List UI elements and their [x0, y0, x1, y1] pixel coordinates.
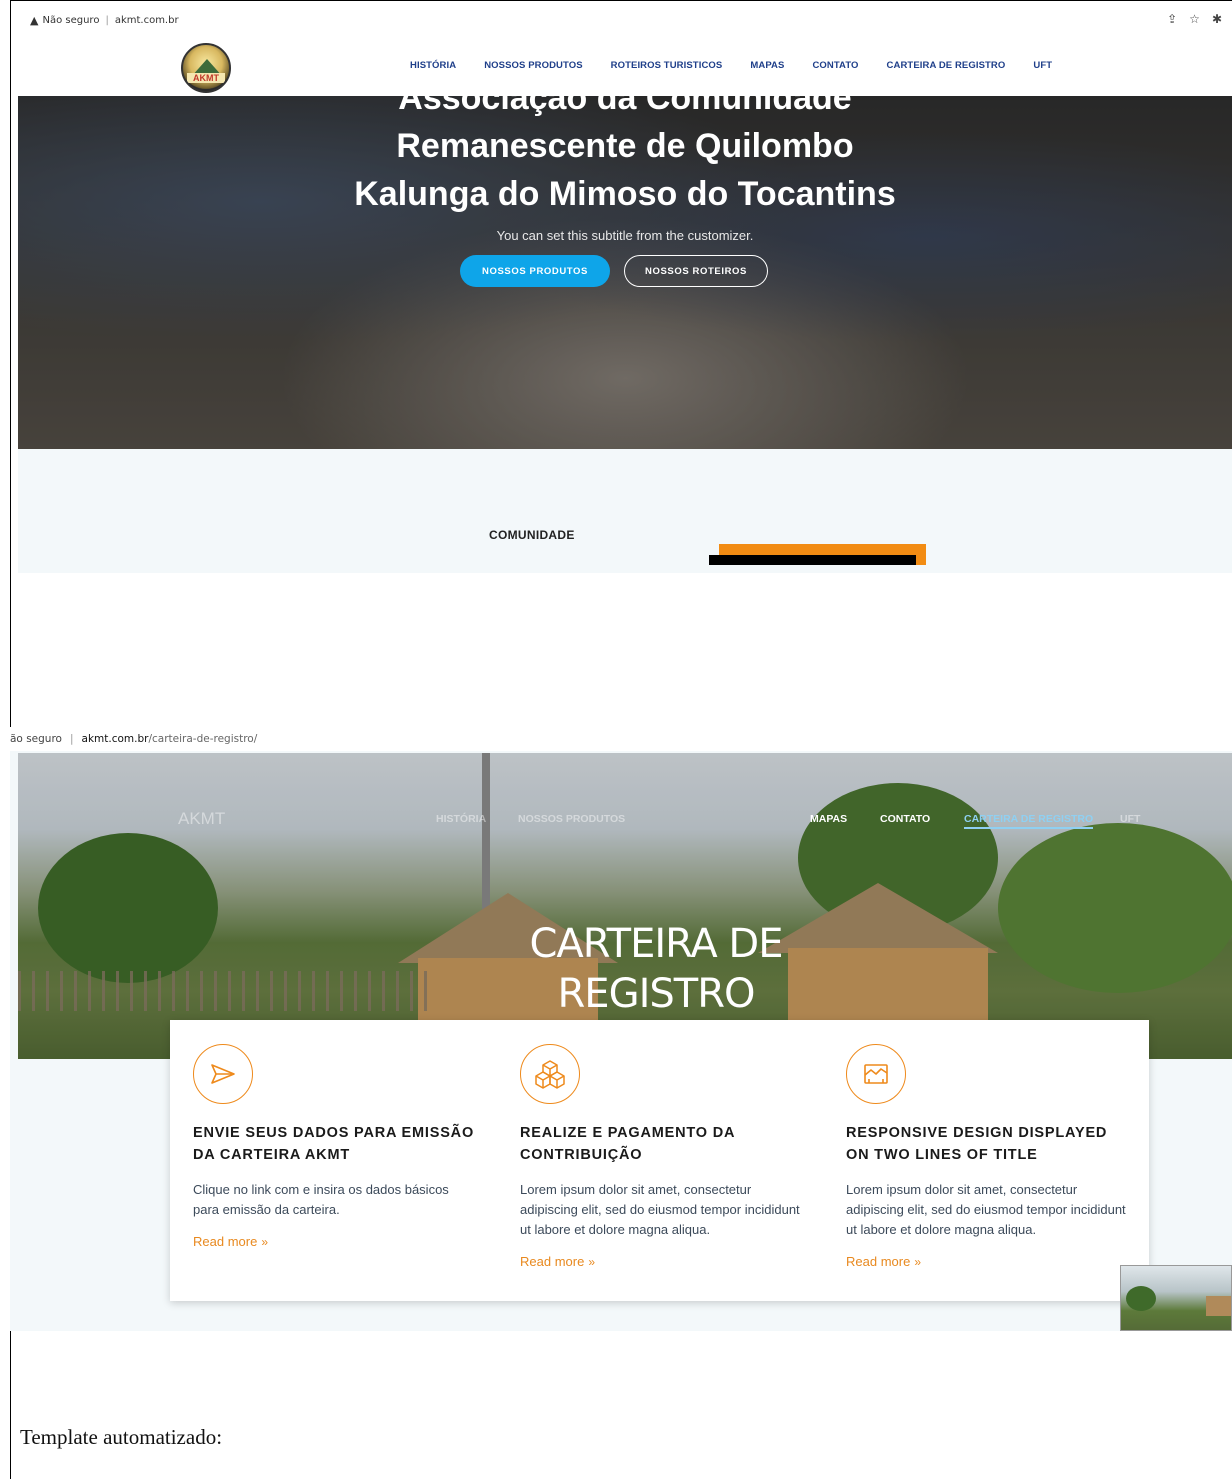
page-title-line-2: REGISTRO	[557, 971, 756, 1017]
responsive-screen-icon	[846, 1044, 906, 1104]
nav-historia-2[interactable]: HISTÓRIA	[436, 813, 486, 825]
nav-roteiros-turisticos[interactable]: ROTEIROS TURISTICOS	[611, 60, 723, 71]
document-caption: Template automatizado:	[20, 1425, 223, 1449]
double-chevron-icon: »	[261, 1235, 268, 1249]
feature-description: Lorem ipsum dolor sit amet, consectetur …	[846, 1182, 1126, 1237]
document-frame-top	[10, 0, 1232, 6]
nav-uft[interactable]: UFT	[1033, 60, 1052, 71]
feature-1: ENVIE SEUS DADOS PARA EMISSÃO DA CARTEIR…	[193, 1044, 478, 1249]
feature-3: RESPONSIVE DESIGN DISPLAYED ON TWO LINES…	[846, 1044, 1131, 1269]
nav-contato-2[interactable]: CONTATO	[880, 813, 930, 825]
feature-description: Clique no link com e insira os dados bás…	[193, 1182, 449, 1217]
nav-mapas-2[interactable]: MAPAS	[810, 813, 847, 825]
features-card: ENVIE SEUS DADOS PARA EMISSÃO DA CARTEIR…	[170, 1020, 1149, 1301]
section-label: COMUNIDADE	[489, 528, 575, 542]
nossos-produtos-button[interactable]: NOSSOS PRODUTOS	[460, 255, 610, 287]
akmt-logo[interactable]: AKMT	[181, 43, 231, 93]
page-hero: AKMT HISTÓRIA NOSSOS PRODUTOS MAPAS CONT…	[18, 753, 1232, 1059]
url-text[interactable]: akmt.com.br	[115, 15, 179, 26]
feature-title: ENVIE SEUS DADOS PARA EMISSÃO DA CARTEIR…	[193, 1125, 475, 1163]
warning-icon: ▲	[30, 13, 39, 27]
read-more-label: Read more	[846, 1254, 911, 1269]
browser-actions: ⇪ ☆ ✱	[1167, 12, 1222, 26]
cubes-icon	[520, 1044, 580, 1104]
page-nav: AKMT HISTÓRIA NOSSOS PRODUTOS MAPAS CONT…	[18, 807, 1232, 835]
address-separator: |	[105, 14, 109, 26]
feature-title: REALIZE E PAGAMENTO DA CONTRIBUIÇÃO	[520, 1125, 735, 1163]
hero-title-line-3: Kalunga do Mimoso do Tocantins	[354, 175, 896, 213]
address-separator-2: |	[69, 733, 74, 745]
page-title: CARTEIRA DE REGISTRO	[506, 919, 806, 1019]
url-domain[interactable]: akmt.com.br	[82, 733, 149, 745]
feature-2: REALIZE E PAGAMENTO DA CONTRIBUIÇÃO Lore…	[520, 1044, 805, 1269]
read-more-label: Read more	[520, 1254, 585, 1269]
double-chevron-icon: »	[914, 1255, 921, 1269]
page-title-line-1: CARTEIRA DE	[529, 921, 783, 967]
thumbnail-tree	[1126, 1286, 1156, 1311]
nossos-roteiros-button[interactable]: NOSSOS ROTEIROS	[624, 255, 768, 287]
hero-title: Associação da Comunidade Remanescente de…	[18, 96, 1232, 218]
address-bar-2[interactable]: ão seguro | akmt.com.br /carteira-de-reg…	[10, 727, 1232, 751]
hero-subtitle: You can set this subtitle from the custo…	[496, 228, 754, 243]
logo-text: AKMT	[187, 73, 225, 83]
hero-banner: Associação da Comunidade Remanescente de…	[18, 96, 1232, 449]
security-status-2: ão seguro	[10, 733, 62, 745]
address-bar[interactable]: ▲ Não seguro | akmt.com.br ⇪ ☆ ✱	[18, 8, 1232, 32]
read-more-link[interactable]: Read more»	[520, 1254, 805, 1269]
double-chevron-icon: »	[588, 1255, 595, 1269]
share-icon[interactable]: ⇪	[1167, 12, 1177, 26]
hero-buttons: NOSSOS PRODUTOS NOSSOS ROTEIROS	[460, 255, 768, 287]
read-more-label: Read more	[193, 1234, 258, 1249]
nav-contato[interactable]: CONTATO	[812, 60, 858, 71]
extensions-icon[interactable]: ✱	[1212, 12, 1222, 26]
screenshot-home: ▲ Não seguro | akmt.com.br ⇪ ☆ ✱ AKMT HI…	[18, 8, 1232, 573]
image-thumbnail[interactable]	[1120, 1265, 1232, 1331]
read-more-link[interactable]: Read more»	[193, 1234, 478, 1249]
star-icon[interactable]: ☆	[1189, 12, 1200, 26]
paper-plane-icon	[193, 1044, 253, 1104]
feature-title: RESPONSIVE DESIGN DISPLAYED ON TWO LINES…	[846, 1125, 1108, 1163]
nav-historia[interactable]: HISTÓRIA	[410, 60, 456, 71]
screenshot-carteira: ão seguro | akmt.com.br /carteira-de-reg…	[10, 727, 1232, 1331]
nav-nossos-produtos[interactable]: NOSSOS PRODUTOS	[484, 60, 582, 71]
hero-title-line-2: Remanescente de Quilombo	[396, 127, 854, 165]
thumbnail-hut	[1206, 1296, 1231, 1316]
nav-nossos-produtos-2[interactable]: NOSSOS PRODUTOS	[518, 813, 625, 825]
security-status: Não seguro	[42, 14, 100, 26]
read-more-link[interactable]: Read more»	[846, 1254, 1131, 1269]
black-bar	[709, 555, 916, 565]
url-path[interactable]: /carteira-de-registro/	[148, 733, 257, 745]
site-header: AKMT HISTÓRIA NOSSOS PRODUTOS ROTEIROS T…	[18, 32, 1232, 96]
nav-carteira-active[interactable]: CARTEIRA DE REGISTRO	[964, 813, 1094, 829]
nav-carteira-de-registro[interactable]: CARTEIRA DE REGISTRO	[887, 60, 1006, 71]
brand-text[interactable]: AKMT	[178, 809, 225, 829]
main-nav: HISTÓRIA NOSSOS PRODUTOS ROTEIROS TURIST…	[410, 60, 1052, 71]
nav-uft-2[interactable]: UFT	[1120, 813, 1140, 825]
hero-title-line-1: Associação da Comunidade	[398, 96, 852, 117]
feature-description: Lorem ipsum dolor sit amet, consectetur …	[520, 1182, 800, 1237]
nav-mapas[interactable]: MAPAS	[750, 60, 784, 71]
